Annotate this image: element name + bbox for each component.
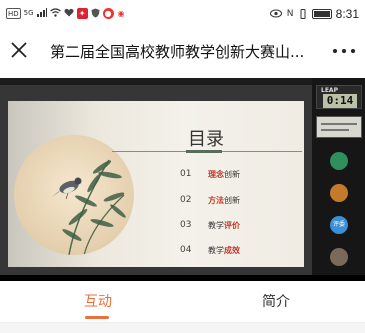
- more-dot: [351, 49, 355, 53]
- eye-icon: [269, 9, 282, 20]
- agenda-label: 教学评价: [208, 220, 240, 231]
- agenda-number: 04: [180, 245, 192, 255]
- nfc-icon: N: [286, 8, 294, 19]
- page-title: 第二届全国高校教师教学创新大赛山...: [50, 43, 305, 61]
- video-player[interactable]: 目录 01 理念创新 02 方法创新 03 教学评价 04 教学成效 LEAP: [0, 78, 365, 281]
- shared-screen: 目录 01 理念创新 02 方法创新 03 教学评价 04 教学成效: [0, 85, 312, 275]
- heading-divider: [112, 150, 302, 153]
- app-badge-icon: ●: [102, 8, 114, 19]
- battery-icon: [311, 9, 332, 19]
- agenda-emphasis: 理念: [208, 170, 224, 179]
- shield-icon: [91, 8, 100, 19]
- agenda-number: 03: [180, 220, 192, 230]
- active-tab-indicator: [85, 316, 109, 319]
- participant-sidebar: LEAP 0:14 评委: [312, 78, 365, 275]
- agenda-label: 教学成效: [208, 245, 240, 256]
- vibrate-icon: [299, 8, 308, 20]
- agenda-label: 理念创新: [208, 169, 240, 180]
- thumb-line: [321, 129, 349, 131]
- more-dot: [342, 49, 346, 53]
- bamboo-illustration: [52, 159, 126, 255]
- participant-avatar[interactable]: 评委: [330, 216, 348, 234]
- agenda-number: 01: [180, 169, 192, 179]
- network-5g-icon: 5G: [23, 9, 34, 17]
- status-icons: HD 5G ✦ ● ◉: [6, 8, 126, 19]
- participant-avatar[interactable]: [330, 184, 348, 202]
- wifi-icon: [49, 8, 61, 19]
- agenda-emphasis: 成效: [224, 246, 240, 255]
- participant-avatar[interactable]: [330, 248, 348, 266]
- thumb-line: [321, 123, 357, 125]
- bird-bamboo-painting: [14, 135, 134, 255]
- close-button[interactable]: [8, 39, 30, 61]
- participant-avatar[interactable]: [330, 152, 348, 170]
- presentation-slide: 目录 01 理念创新 02 方法创新 03 教学评价 04 教学成效: [8, 101, 304, 267]
- more-options-button[interactable]: [333, 49, 355, 55]
- weibo-icon: ◉: [117, 9, 125, 18]
- status-bar: HD 5G ✦ ● ◉ N 8:31: [0, 0, 365, 28]
- avatar-label: 评委: [332, 221, 345, 228]
- signal-icon: [36, 8, 47, 19]
- timer-brand: LEAP: [321, 87, 338, 94]
- status-right: N 8:31: [269, 7, 359, 21]
- hd-icon: HD: [6, 8, 21, 19]
- presentation-status-bar: [0, 261, 312, 271]
- content-area: [0, 323, 365, 333]
- timer-digits: 0:14: [323, 94, 357, 108]
- clock: 8:31: [335, 7, 359, 21]
- agenda-number: 02: [180, 195, 192, 205]
- tab-interact[interactable]: 互动: [84, 291, 112, 311]
- countdown-timer: LEAP 0:14: [316, 85, 362, 109]
- tab-intro[interactable]: 简介: [262, 291, 290, 311]
- app-notification-icon: ✦: [76, 8, 88, 19]
- agenda-emphasis: 方法: [208, 196, 224, 205]
- agenda-prefix: 教学: [208, 221, 224, 230]
- agenda-emphasis: 评价: [224, 221, 240, 230]
- app-header: 第二届全国高校教师教学创新大赛山...: [0, 30, 365, 74]
- avatar-label: [330, 184, 348, 202]
- agenda-suffix: 创新: [224, 170, 240, 179]
- agenda-prefix: 教学: [208, 246, 224, 255]
- content-tabs: 互动 简介: [0, 283, 365, 323]
- avatar-label: [330, 152, 348, 170]
- divider-accent: [186, 150, 222, 153]
- more-dots-icon: [333, 49, 337, 53]
- close-icon: [11, 42, 27, 58]
- agenda-suffix: 创新: [224, 196, 240, 205]
- avatar-label: [330, 248, 348, 266]
- agenda-label: 方法创新: [208, 195, 240, 206]
- slide-heading: 目录: [188, 129, 224, 150]
- heart-icon: [63, 8, 74, 19]
- video-window-bar: [0, 78, 312, 85]
- camera-thumbnail: [316, 116, 362, 138]
